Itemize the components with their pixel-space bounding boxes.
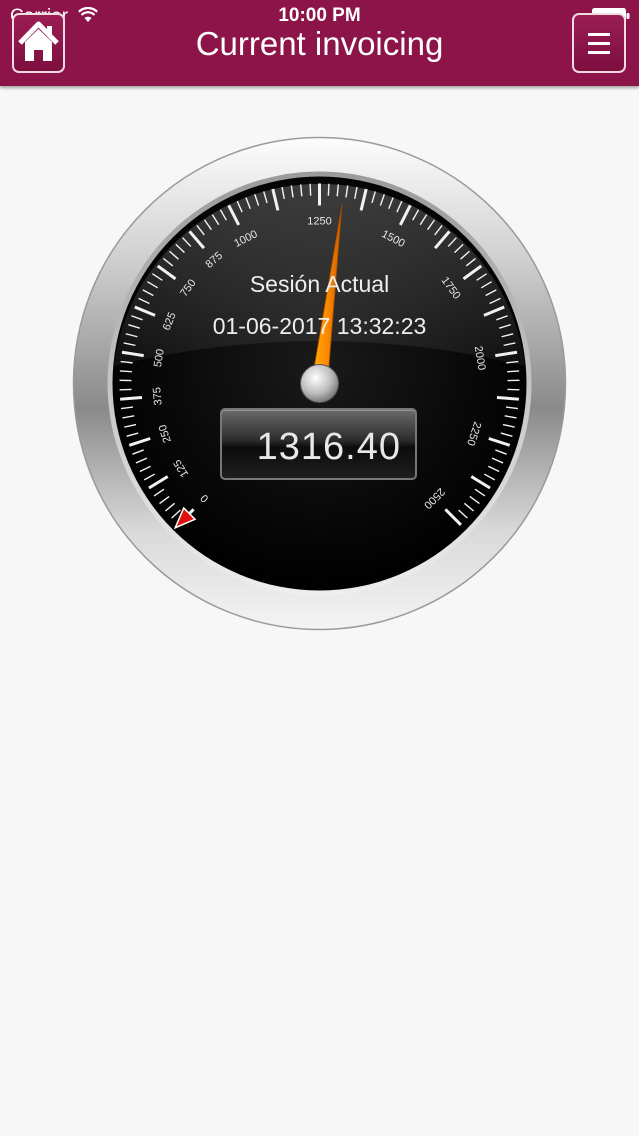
invoicing-gauge: 0125250375500625750875100012501500175020… [72, 136, 567, 631]
session-datetime: 01-06-2017 13:32:23 [212, 313, 427, 339]
navigation-bar: Carrier 10:00 PM Current invoicing [0, 0, 639, 86]
menu-button[interactable] [572, 13, 626, 73]
minor-tick [507, 370, 520, 373]
menu-icon [588, 33, 610, 54]
session-label: Sesión Actual [249, 271, 390, 297]
major-tick [119, 395, 143, 401]
tick-label: 1250 [307, 215, 331, 227]
page-title: Current invoicing [195, 25, 444, 62]
minor-tick [309, 183, 312, 196]
minor-tick [119, 370, 132, 373]
tick-label: 375 [151, 387, 164, 406]
major-tick [496, 395, 520, 401]
odometer-value: 1316.40 [256, 426, 401, 468]
gauge-hub [300, 364, 339, 403]
status-time: 10:00 PM [278, 5, 361, 26]
odometer-display: 1316.40 [220, 408, 417, 480]
minor-tick [327, 183, 330, 196]
